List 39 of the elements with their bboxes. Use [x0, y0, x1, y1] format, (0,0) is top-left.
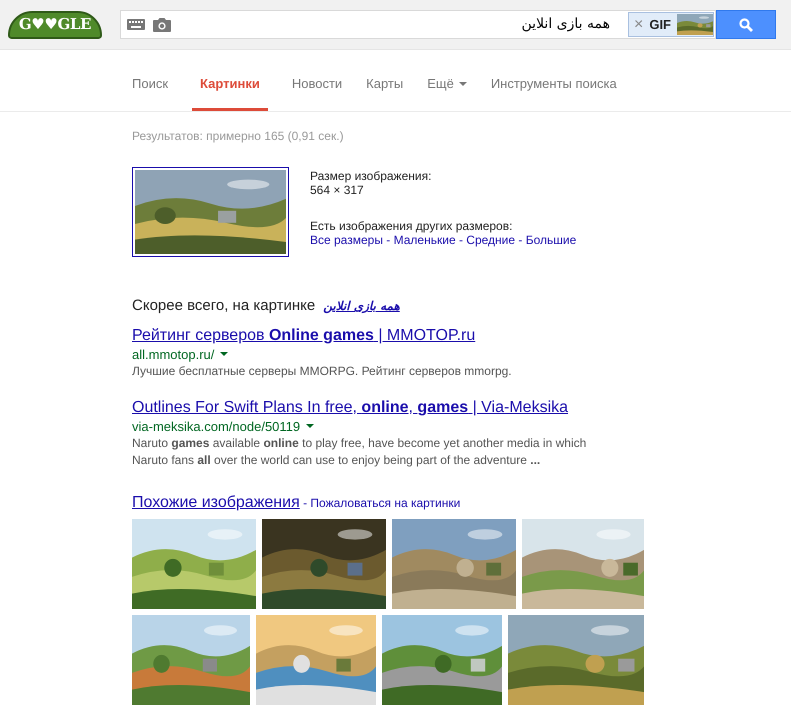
logo[interactable]: G♥♥GLE — [8, 10, 102, 38]
size-link[interactable]: Большие — [526, 233, 576, 247]
best-guess-label: Скорее всего, на картинке — [132, 296, 316, 316]
keyboard-icon[interactable] — [127, 19, 145, 30]
separator: - — [302, 494, 308, 512]
search-icon[interactable] — [739, 18, 753, 32]
result-url: all.mmotop.ru/ — [132, 346, 214, 362]
chip-label: GIF — [649, 16, 671, 34]
report-images-link[interactable]: Пожаловаться на картинки — [310, 494, 460, 512]
caret-icon[interactable] — [220, 352, 228, 356]
caret-icon[interactable] — [306, 424, 314, 428]
tab[interactable]: Картинки — [192, 71, 268, 111]
search-query: همه بازی انلاین — [520, 15, 611, 34]
size-link[interactable]: Маленькие — [394, 233, 456, 247]
camera-icon[interactable] — [153, 18, 171, 32]
result-snippet: Лучшие бесплатные серверы MMORPG. Рейтинг серверов mmorpg. — [132, 362, 513, 380]
tab[interactable]: Ещё — [427, 71, 467, 111]
search-button[interactable] — [716, 10, 776, 39]
result-url: via-meksika.com/node/50119 — [132, 418, 300, 434]
size-label: Размер изображения: — [310, 169, 432, 183]
size-link[interactable]: Все размеры — [310, 233, 383, 247]
search-by-image-chip[interactable]: × GIF — [628, 12, 714, 37]
tab[interactable]: Инструменты поиска — [490, 71, 617, 111]
result-stats: Результатов: примерно 165 (0,91 сек.) — [132, 128, 345, 145]
result-title-link[interactable]: Рейтинг серверов Online games | MMOTOP.ru — [132, 326, 632, 346]
image-size: 564 × 317 — [310, 183, 365, 197]
tab[interactable]: Карты — [366, 71, 404, 111]
tab[interactable]: Поиск — [132, 71, 168, 111]
caret-icon[interactable] — [458, 82, 467, 86]
separator: - — [517, 233, 524, 247]
result-title-link[interactable]: Outlines For Swift Plans In free, online, games | Via-Meksika — [132, 398, 632, 418]
separator: - — [385, 233, 392, 247]
best-guess-link[interactable]: همه بازی انلاین — [323, 297, 400, 316]
size-link[interactable]: Средние — [466, 233, 516, 247]
tab[interactable]: Новости — [292, 71, 342, 111]
separator: - — [458, 233, 464, 247]
other-sizes-label: Есть изображения других размеров: — [310, 219, 514, 233]
result-snippet: Naruto games available online to play free, have become yet another media in which Naruto fans all over the world can use to enjoy being part of the adventure ... — [132, 434, 588, 468]
similar-images-link[interactable]: Похожие изображения — [132, 490, 300, 514]
